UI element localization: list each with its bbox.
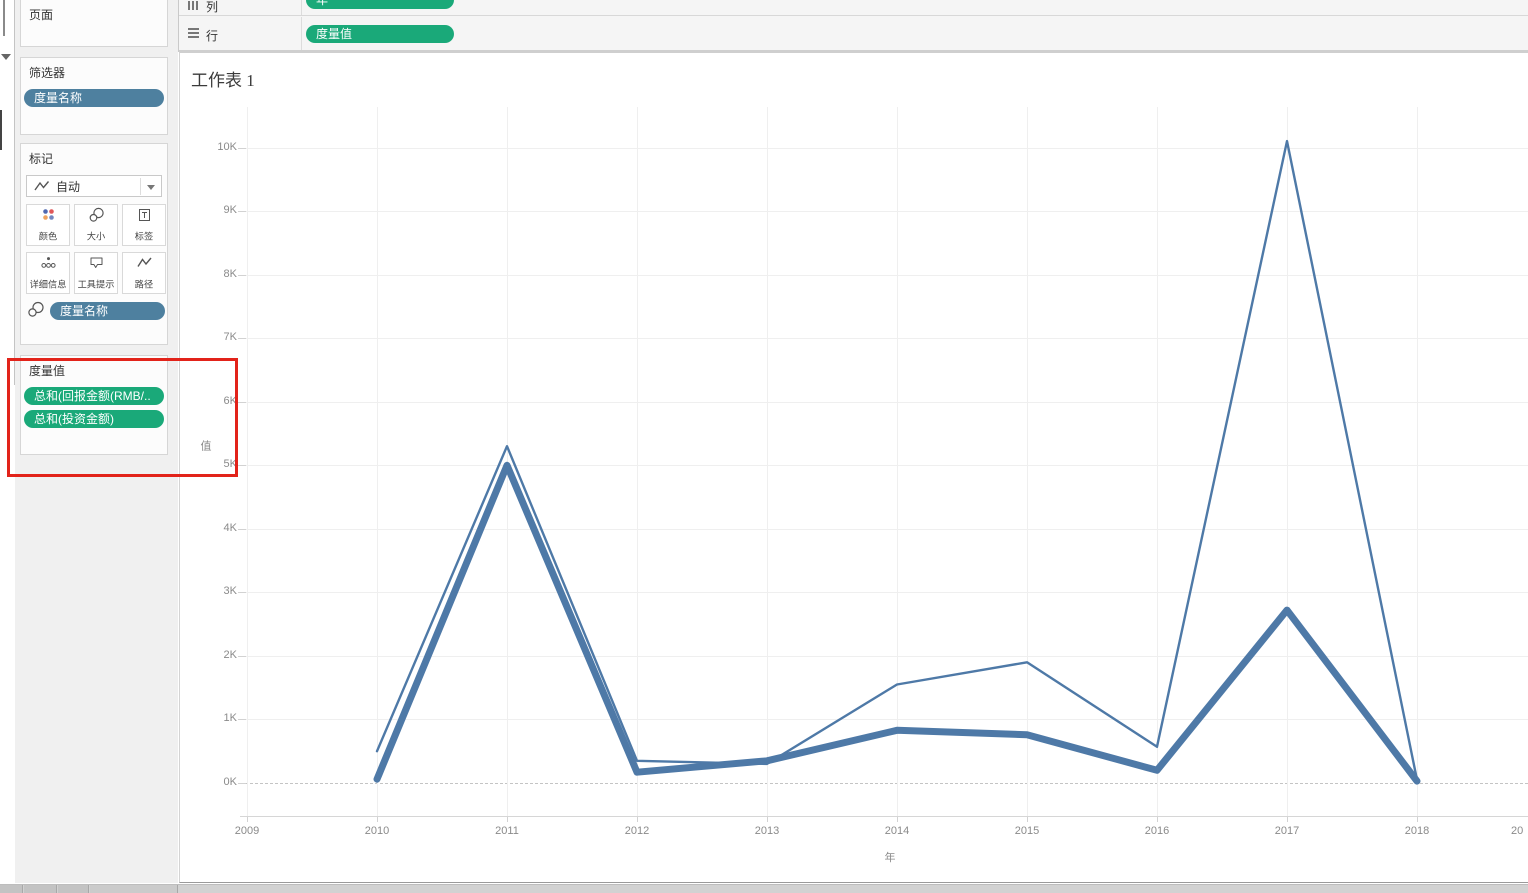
y-tick-label: 8K: [223, 267, 237, 280]
tableau-app: 页面 筛选器 度量名称 标记 自动 颜色大小标签详细信息工具提示路径: [0, 0, 1528, 893]
y-gridline: [240, 783, 1528, 784]
y-axis-title: 值: [199, 440, 211, 451]
y-tick-label: 3K: [223, 585, 237, 598]
x-tick-label: 2014: [884, 825, 910, 837]
line-chart[interactable]: 0K 1K 2K 3K 4K 5K 6K 7K 8K 9K 10K 2009 2010 2011 2012 2…: [0, 0, 1528, 883]
y-tick: [238, 783, 246, 784]
y-tick-label: 9K: [223, 204, 237, 217]
x-gridline: [1027, 107, 1028, 816]
y-gridline: [240, 528, 1528, 530]
x-tick-label: 2018: [1404, 825, 1430, 837]
x-tick-label: 2009: [234, 825, 260, 837]
y-gridline: [240, 211, 1528, 213]
x-gridline: [897, 107, 898, 816]
y-gridline: [240, 274, 1528, 276]
y-tick-label: 7K: [223, 331, 237, 344]
y-tick: [238, 528, 246, 530]
x-gridline: [637, 107, 638, 816]
y-tick: [238, 211, 246, 213]
x-tick-label: 2011: [495, 825, 519, 837]
y-gridline: [240, 719, 1528, 721]
x-tick-label: 2012: [624, 825, 650, 837]
x-gridline: [1157, 107, 1158, 816]
y-tick-label: 4K: [223, 521, 237, 534]
y-tick-label: 5K: [223, 458, 237, 471]
x-axis-line: [240, 816, 1528, 817]
y-tick: [238, 465, 246, 467]
y-tick: [238, 655, 246, 657]
y-tick-label: 2K: [223, 648, 237, 661]
y-tick: [238, 338, 246, 340]
x-tick-label: 2013: [754, 825, 780, 837]
y-gridline: [240, 592, 1528, 594]
x-tick-label: 2017: [1274, 825, 1300, 837]
scrollbar-segment[interactable]: [0, 885, 23, 893]
x-gridline: [767, 107, 768, 816]
y-gridline: [240, 338, 1528, 340]
y-tick-label: 1K: [223, 712, 237, 725]
y-gridline: [240, 147, 1528, 149]
y-tick-label: 0K: [223, 776, 237, 788]
scrollbar-segment[interactable]: [24, 885, 57, 893]
y-gridline: [240, 465, 1528, 467]
x-gridline: [247, 107, 248, 816]
x-tick-label-partial: 20: [1511, 825, 1524, 837]
x-gridline: [1287, 107, 1288, 816]
x-gridline: [1417, 107, 1418, 816]
scrollbar-segment[interactable]: [90, 885, 178, 893]
y-tick-label: 10K: [217, 140, 237, 153]
x-gridline: [507, 107, 508, 816]
y-tick: [238, 592, 246, 594]
y-gridline: [240, 655, 1528, 657]
x-tick-label: 2015: [1014, 825, 1040, 837]
horizontal-scrollbar[interactable]: [0, 884, 1528, 893]
scrollbar-segment[interactable]: [58, 885, 89, 893]
y-tick: [238, 147, 246, 149]
y-tick: [238, 719, 246, 721]
y-tick-label: 6K: [223, 394, 237, 407]
y-gridline: [240, 401, 1528, 403]
x-tick-label: 2016: [1144, 825, 1170, 837]
x-tick-label: 2010: [364, 825, 390, 837]
y-tick: [238, 274, 246, 276]
x-gridline: [377, 107, 378, 816]
x-axis-title: 年: [884, 852, 896, 864]
y-tick: [238, 401, 246, 403]
